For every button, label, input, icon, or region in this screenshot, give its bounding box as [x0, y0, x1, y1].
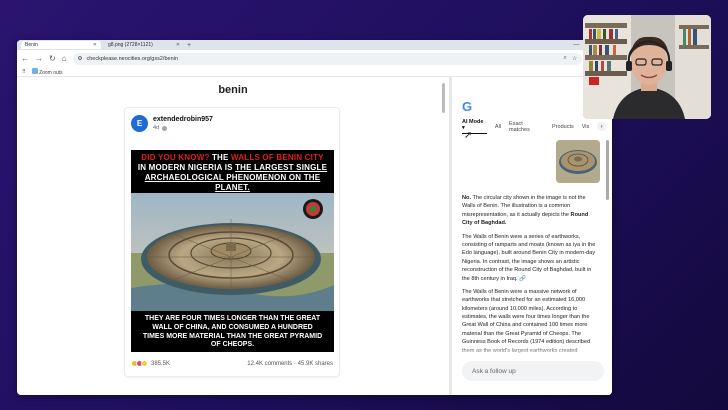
close-icon[interactable]: ✕ — [176, 42, 180, 48]
meme-bottom-caption: THEY ARE FOUR TIMES LONGER THAN THE GREA… — [133, 315, 332, 350]
tab-exact-matches[interactable]: Exact matches — [509, 121, 544, 133]
answer-text: The Walls of Benin were a series of eart… — [462, 233, 596, 282]
meme-text: THEY ARE FOUR TIMES LONGER THAN THE GREA… — [144, 315, 321, 322]
post-author[interactable]: extendedrobin957 — [153, 116, 213, 123]
url-text: checkplease.neocities.org/gss2/benin — [86, 55, 178, 62]
minimize-icon[interactable]: — — [573, 42, 579, 49]
page-scrollbar[interactable] — [442, 79, 445, 389]
circular-city-illustration — [131, 193, 334, 311]
home-icon[interactable]: ⌂ — [62, 54, 67, 63]
meme-text: TIMES MORE MATERIAL THAN THE GREAT PYRAM… — [142, 332, 323, 340]
search-tabs: AI Mode ▾ All Exact matches Products Vis… — [462, 119, 606, 134]
bookmark-label: Zoom outs — [39, 69, 63, 76]
tab-benin[interactable]: Benin ✕ — [21, 41, 101, 49]
mouse-cursor-icon: ➚ — [464, 130, 473, 141]
google-logo-letter: G — [462, 99, 473, 114]
social-post: E extendedrobin957 4d DID YOU KNOW? THE … — [124, 107, 340, 377]
tab-strip: Benin ✕ g8.png (2728×1121) ✕ + — ▢ ✕ — [17, 40, 612, 50]
shares-count[interactable]: 45.9K shares — [298, 361, 333, 367]
panel-scrollbar[interactable] — [606, 140, 609, 200]
meme-top-caption: DID YOU KNOW? THE WALLS OF BENIN CITY IN… — [133, 153, 332, 193]
apps-grid-icon[interactable]: ⠿ — [22, 69, 26, 75]
answer-text: The circular city shown in the image is … — [462, 195, 586, 218]
answer-fade — [452, 345, 612, 359]
tab-products[interactable]: Products — [552, 124, 574, 130]
meme-text: IN MODERN NIGERIA IS — [137, 163, 233, 172]
meme-text: THE LARGEST SINGLE — [235, 163, 328, 172]
reactions[interactable] — [131, 360, 148, 367]
left-pane: benin E extendedrobin957 4d DID YOU KNOW… — [17, 77, 449, 395]
meme-text: ARCHAEOLOGICAL PHENOMENON ON THE — [144, 173, 321, 182]
chevron-right-icon[interactable]: › — [597, 122, 606, 131]
meme-text: OF CHEOPS. — [210, 341, 255, 349]
browser-toolbar: ← → ↻ ⌂ ⚙ checkplease.neocities.org/gss2… — [17, 50, 612, 67]
stats-separator: · — [293, 360, 296, 367]
haha-reaction-icon — [141, 360, 148, 367]
tab-label: g8.png (2728×1121) — [108, 42, 153, 48]
bookmark-star-icon[interactable]: ☆ — [572, 55, 577, 62]
close-icon[interactable]: ✕ — [93, 42, 97, 48]
bookmark-zoom-outs[interactable]: Zoom outs — [31, 67, 63, 76]
answer-bold: No. — [462, 195, 472, 201]
reload-icon[interactable]: ↻ — [49, 54, 56, 63]
meme-text: WALLS OF BENIN CITY — [231, 153, 324, 162]
tab-label: AI Mode — [462, 119, 484, 125]
answer-paragraph: The Walls of Benin were a series of eart… — [462, 233, 600, 283]
ai-answer: No. The circular city shown in the image… — [462, 194, 600, 357]
follow-up-input[interactable]: Ask a follow up — [462, 361, 604, 381]
folder-icon — [31, 67, 38, 74]
forward-icon[interactable]: → — [35, 54, 43, 63]
comments-count[interactable]: 12.4K comments — [247, 361, 292, 367]
site-info-icon[interactable]: ⚙ — [78, 56, 83, 62]
search-lens-icon[interactable]: ⌕ — [564, 55, 567, 62]
tab-visual[interactable]: Vis — [582, 124, 590, 130]
tab-label: Benin — [25, 42, 38, 48]
circular-city-thumbnail — [556, 140, 600, 183]
google-lens-panel: G AI Mode ▾ All Exact matches Products V… — [452, 77, 612, 395]
meme-text: THE — [211, 153, 229, 162]
tab-image[interactable]: g8.png (2728×1121) ✕ — [104, 41, 184, 49]
globe-icon — [162, 125, 168, 131]
tab-all[interactable]: All — [495, 124, 501, 130]
google-logo: G — [462, 99, 472, 114]
post-image[interactable]: DID YOU KNOW? THE WALLS OF BENIN CITY IN… — [131, 150, 334, 352]
avatar[interactable]: E — [131, 115, 148, 132]
post-time-text: 4d — [153, 125, 160, 131]
answer-text: The Walls of Benin were a massive networ… — [462, 288, 591, 354]
webcam-overlay — [583, 15, 711, 119]
address-bar[interactable]: ⚙ checkplease.neocities.org/gss2/benin ⌕… — [72, 52, 583, 65]
link-icon[interactable]: 🔗 — [519, 276, 526, 282]
meme-text: DID YOU KNOW? — [141, 153, 210, 162]
page-title: benin — [218, 84, 248, 96]
reactions-count[interactable]: 385.5K — [151, 361, 170, 367]
post-stats: 12.4K comments · 45.9K shares — [247, 361, 333, 367]
meme-text: PLANET. — [215, 183, 250, 192]
scrollbar-thumb[interactable] — [442, 83, 445, 113]
presenter-video — [583, 15, 711, 119]
meme-text: WALL OF CHINA, AND CONSUMED A HUNDRED — [152, 323, 313, 331]
page-content: benin E extendedrobin957 4d DID YOU KNOW… — [17, 77, 612, 395]
browser-window: Benin ✕ g8.png (2728×1121) ✕ + — ▢ ✕ ← →… — [17, 40, 612, 395]
post-time: 4d — [153, 125, 168, 131]
bookmarks-bar: ⠿ Zoom outs — [17, 67, 612, 77]
answer-paragraph: No. The circular city shown in the image… — [462, 194, 600, 228]
back-icon[interactable]: ← — [21, 54, 29, 63]
post-footer: 385.5K 12.4K comments · 45.9K shares — [131, 360, 333, 367]
new-tab-icon[interactable]: + — [187, 42, 191, 49]
query-image-thumbnail[interactable] — [556, 140, 600, 183]
